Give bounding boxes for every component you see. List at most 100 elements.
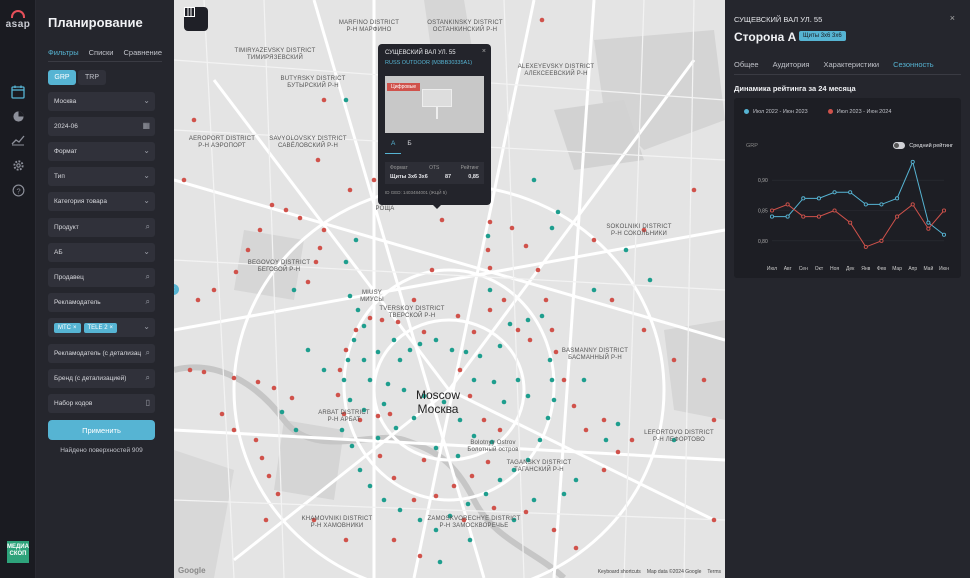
category-placeholder: Категория товара — [54, 198, 107, 205]
ab-select[interactable]: АБ ⌄ — [48, 243, 155, 262]
chip-label: TELE 2 — [87, 324, 108, 331]
codes-set-field[interactable]: Набор кодов ▯ — [48, 394, 155, 413]
keyboard-shortcuts-link[interactable]: Keyboard shortcuts — [598, 569, 641, 575]
line-chart-icon[interactable] — [8, 130, 28, 150]
gear-icon[interactable] — [8, 155, 28, 175]
col-format: Формат — [390, 165, 408, 171]
date-picker[interactable]: 2024-06 ▦ — [48, 117, 155, 136]
calendar-icon: ▦ — [142, 121, 150, 130]
col-rating: Рейтинг — [460, 165, 479, 171]
logo-text: asap — [5, 19, 31, 30]
data-point — [848, 190, 853, 195]
type-select[interactable]: Тип ⌄ — [48, 167, 155, 186]
category-select[interactable]: Категория товара ⌄ — [48, 192, 155, 211]
series-line — [772, 160, 945, 236]
district-text: AEROPORT DISTRICT Р-Н АЭРОПОРТ — [188, 136, 256, 149]
billboard-icon — [422, 89, 452, 107]
map-attribution: Keyboard shortcuts Map data ©2024 Google… — [598, 569, 721, 575]
advertiser-search[interactable]: Рекламодатель ⌕ — [48, 293, 155, 312]
district-text: MARFINO DISTRICT Р-Н МАРФИНО — [338, 20, 400, 33]
terms-link[interactable]: Terms — [707, 569, 721, 575]
detail-side-title: Сторона А — [734, 30, 797, 44]
city-value: Москва — [54, 98, 77, 105]
detail-tabs: Общее Аудитория Характеристики Сезонност… — [734, 60, 961, 75]
format-select[interactable]: Формат ⌄ — [48, 142, 155, 161]
district-label: MARFINO DISTRICT Р-Н МАРФИНО — [334, 20, 404, 34]
help-icon[interactable]: ? — [8, 180, 28, 200]
tab-lists[interactable]: Списки — [89, 48, 114, 62]
icon-rail: asap ? МЕДИА СКОП — [0, 0, 36, 578]
codes-placeholder: Набор кодов — [54, 400, 93, 407]
city-label-en: Moscow — [416, 388, 461, 402]
advertiser-chips-field[interactable]: МТС × TELE 2 × ⌄ — [48, 318, 155, 337]
grp-toggle-button[interactable]: GRP — [48, 70, 76, 85]
chevron-down-icon: ⌄ — [143, 196, 150, 205]
district-text: ZAMOSKVORECHYE DISTRICT Р-Н ЗАМОСКВОРЕЧЬ… — [427, 516, 521, 529]
close-icon[interactable]: × — [73, 325, 77, 331]
advertiser-detail-search[interactable]: Рекламодатель (с детализац ⌕ — [48, 344, 155, 363]
tab-filters[interactable]: Фильтры — [48, 48, 79, 62]
district-label: TAGANSKY DISTRICT ТАГАНСКИЙ Р-Н — [494, 460, 584, 474]
tab-side-b[interactable]: Б — [401, 140, 417, 154]
type-placeholder: Тип — [54, 173, 65, 180]
brand-detail-placeholder: Бренд (с детализацией) — [54, 375, 127, 382]
brand-detail-search[interactable]: Бренд (с детализацией) ⌕ — [48, 369, 155, 388]
city-select[interactable]: Москва ⌄ — [48, 92, 155, 111]
district-label: TVERSKOY DISTRICT ТВЕРСКОЙ Р-Н — [372, 306, 452, 320]
ab-placeholder: АБ — [54, 249, 63, 256]
app-logo[interactable]: asap — [4, 10, 32, 30]
advertiser-placeholder: Рекламодатель — [54, 299, 101, 306]
district-text: ALEXEYEVSKY DISTRICT АЛЕКСЕЕВСКИЙ Р-Н — [517, 64, 595, 77]
close-icon[interactable]: × — [110, 325, 114, 331]
seller-search[interactable]: Продавец ⌕ — [48, 268, 155, 287]
tab-seasonality[interactable]: Сезонность — [893, 60, 934, 75]
tab-side-a[interactable]: А — [385, 140, 402, 154]
tab-compare[interactable]: Сравнение — [123, 48, 162, 62]
data-point — [926, 226, 931, 231]
y-tick-label: 0,80 — [758, 239, 768, 245]
data-point — [863, 202, 868, 207]
close-icon[interactable]: × — [482, 48, 486, 55]
table-header-row: Формат OTS Рейтинг — [390, 165, 479, 171]
pie-chart-icon[interactable] — [8, 106, 28, 126]
map-view[interactable]: TIMIRYAZEVSKY DISTRICT ТИМИРЯЗЕВСКИЙ MAR… — [174, 0, 725, 578]
popup-table: Формат OTS Рейтинг Щиты 3х6 3х6 87 0,85 — [385, 162, 484, 184]
chevron-down-icon: ⌄ — [143, 146, 150, 155]
tab-characteristics[interactable]: Характеристики — [824, 60, 880, 75]
district-label: LEFORTOVO DISTRICT Р-Н ЛЕФОРТОВО — [634, 430, 724, 444]
district-label: KHAMOVNIKI DISTRICT Р-Н ХАМОВНИКИ — [292, 516, 382, 530]
chip-mts[interactable]: МТС × — [54, 322, 81, 333]
data-point — [895, 214, 900, 219]
district-label: OSTANKINSKY DISTRICT ОСТАНКИНСКИЙ Р-Н — [420, 20, 510, 34]
rating-chart: Июл 2022 - Июн 2023 Июл 2023 - Июн 2024 … — [734, 98, 961, 278]
x-tick-label: Дек — [846, 266, 855, 272]
district-text: TAGANSKY DISTRICT ТАГАНСКИЙ Р-Н — [506, 460, 572, 473]
data-point — [801, 214, 806, 219]
x-tick-label: Май — [923, 265, 933, 272]
trp-toggle-button[interactable]: TRP — [78, 70, 106, 85]
columns-toggle-button[interactable] — [184, 7, 208, 31]
close-icon[interactable]: × — [950, 13, 955, 23]
popup-operator[interactable]: RUSS OUTDOOR (M3BB30335A1) — [385, 60, 484, 66]
tab-general[interactable]: Общее — [734, 60, 759, 75]
district-label: AEROPORT DISTRICT Р-Н АЭРОПОРТ — [182, 136, 262, 150]
chip-tele2[interactable]: TELE 2 × — [83, 322, 118, 333]
format-badge: Щиты 3х6 3х6 — [799, 31, 846, 41]
x-tick-label: Авг — [784, 266, 792, 272]
x-tick-label: Фев — [877, 266, 887, 272]
calendar-icon[interactable] — [8, 82, 28, 102]
advertiser-detail-placeholder: Рекламодатель (с детализац — [54, 350, 142, 357]
search-icon: ⌕ — [145, 222, 150, 231]
district-label: MIUSY МИУСЫ — [352, 290, 392, 304]
apply-button[interactable]: Применить — [48, 420, 155, 440]
tab-audience[interactable]: Аудитория — [773, 60, 810, 75]
district-label: SAVYOLOVSKY DISTRICT САВЁЛОВСКИЙ Р-Н — [260, 136, 356, 150]
product-search[interactable]: Продукт ⌕ — [48, 218, 155, 237]
columns-icon — [184, 7, 195, 17]
table-row: Щиты 3х6 3х6 87 0,85 — [390, 174, 479, 180]
surface-popup: СУЩЕВСКИЙ ВАЛ УЛ. 55 × RUSS OUTDOOR (M3B… — [378, 44, 491, 205]
x-tick-label: Мар — [892, 266, 902, 272]
digital-tag: Цифровые — [387, 83, 421, 91]
popup-title: СУЩЕВСКИЙ ВАЛ УЛ. 55 — [385, 50, 456, 56]
district-text: РОЩА — [375, 206, 395, 212]
